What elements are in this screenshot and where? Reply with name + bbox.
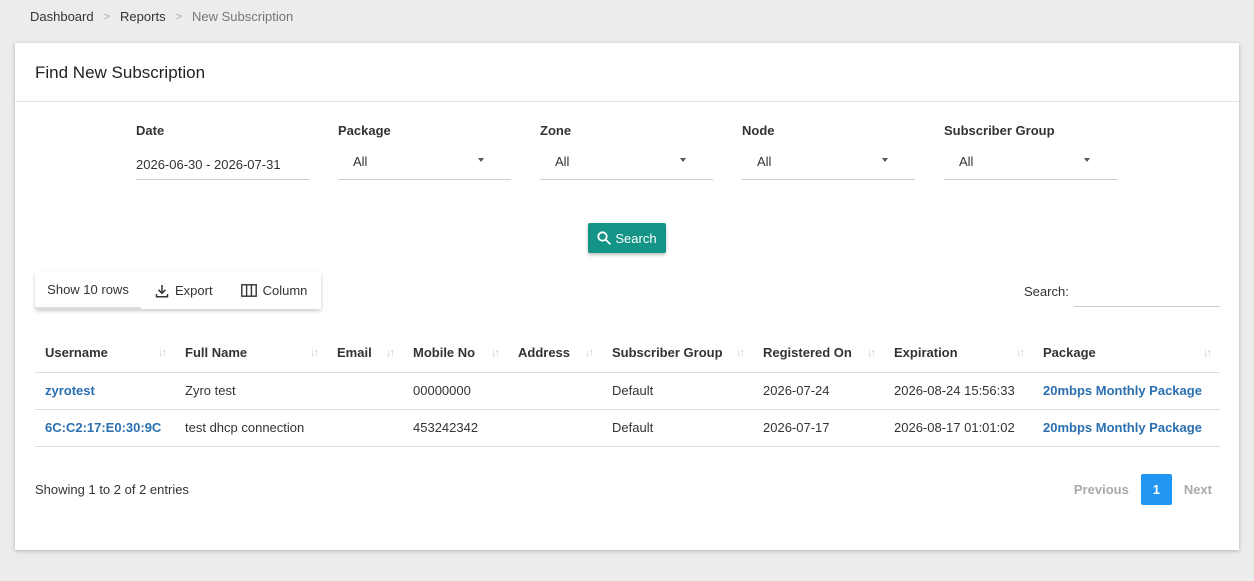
- zone-select[interactable]: All: [540, 145, 713, 180]
- date-filter-label: Date: [136, 123, 165, 138]
- search-button-label: Search: [615, 230, 657, 246]
- address-cell: [508, 409, 602, 447]
- expiration-cell: 2026-08-17 01:01:02: [884, 409, 1033, 447]
- expiration-cell: 2026-08-24 15:56:33: [884, 372, 1033, 410]
- export-button-label: Export: [175, 283, 213, 298]
- table-search-label: Search:: [1024, 283, 1069, 299]
- zone-filter: Zone All: [540, 123, 713, 180]
- breadcrumb: Dashboard > Reports > New Subscription: [30, 9, 293, 24]
- next-page-button[interactable]: Next: [1172, 482, 1224, 497]
- subscriber-group-filter: Subscriber Group All: [944, 123, 1117, 180]
- current-page-button[interactable]: 1: [1140, 474, 1172, 505]
- breadcrumb-reports[interactable]: Reports: [120, 9, 166, 24]
- caret-down-icon: [680, 158, 686, 162]
- column-header-full-name[interactable]: Full Name ↓↑: [175, 334, 327, 373]
- date-range-value: 2026-06-30 - 2026-07-31: [136, 157, 281, 172]
- package-filter: Package All: [338, 123, 511, 180]
- subscriber-group-select-value: All: [959, 154, 974, 169]
- package-link[interactable]: 20mbps Monthly Package: [1033, 372, 1220, 410]
- column-header-email[interactable]: Email ↓↑: [327, 334, 403, 373]
- mobile-no-cell: 00000000: [403, 372, 508, 410]
- sort-icon: ↓↑: [310, 347, 319, 359]
- username-link[interactable]: 6C:C2:17:E0:30:9C: [35, 409, 175, 447]
- export-button[interactable]: Export: [141, 272, 227, 309]
- table-search-input[interactable]: [1073, 283, 1220, 307]
- table-header-row: Username ↓↑ Full Name ↓↑ Email ↓↑ Mobile No…: [35, 334, 1220, 373]
- full-name-cell: Zyro test: [175, 372, 327, 410]
- breadcrumb-dashboard[interactable]: Dashboard: [30, 9, 94, 24]
- subscriber-group-cell: Default: [602, 409, 753, 447]
- column-header-address[interactable]: Address ↓↑: [508, 334, 602, 373]
- package-select-value: All: [353, 154, 368, 169]
- subscription-card: Find New Subscription Date 2026-06-30 - …: [15, 43, 1239, 550]
- breadcrumb-separator: >: [175, 10, 183, 23]
- full-name-cell: test dhcp connection: [175, 409, 327, 447]
- pagination: Previous 1 Next: [1062, 474, 1224, 505]
- table-row: 6C:C2:17:E0:30:9C test dhcp connection 4…: [35, 409, 1220, 447]
- columns-icon: [240, 284, 257, 297]
- sort-icon: ↓↑: [1203, 347, 1212, 359]
- card-title: Find New Subscription: [15, 43, 1239, 102]
- zone-filter-label: Zone: [540, 123, 572, 138]
- column-header-registered-on[interactable]: Registered On ↓↑: [753, 334, 884, 373]
- node-filter-label: Node: [742, 123, 775, 138]
- package-link[interactable]: 20mbps Monthly Package: [1033, 409, 1220, 447]
- column-header-package[interactable]: Package ↓↑: [1033, 334, 1220, 373]
- column-header-mobile-no[interactable]: Mobile No ↓↑: [403, 334, 508, 373]
- breadcrumb-separator: >: [103, 10, 111, 23]
- date-range-input[interactable]: 2026-06-30 - 2026-07-31: [136, 145, 309, 180]
- subscriber-group-filter-label: Subscriber Group: [944, 123, 1055, 138]
- node-select[interactable]: All: [742, 145, 915, 180]
- search-button[interactable]: Search: [588, 223, 666, 253]
- zone-select-value: All: [555, 154, 570, 169]
- node-select-value: All: [757, 154, 772, 169]
- caret-down-icon: [882, 158, 888, 162]
- table-search: Search:: [1024, 279, 1220, 307]
- sort-icon: ↓↑: [386, 347, 395, 359]
- column-header-subscriber-group[interactable]: Subscriber Group ↓↑: [602, 334, 753, 373]
- email-cell: [327, 372, 403, 410]
- mobile-no-cell: 453242342: [403, 409, 508, 447]
- package-filter-label: Package: [338, 123, 391, 138]
- node-filter: Node All: [742, 123, 915, 180]
- column-button-label: Column: [262, 283, 308, 298]
- address-cell: [508, 372, 602, 410]
- sort-icon: ↓↑: [158, 347, 167, 359]
- table-row: zyrotest Zyro test 00000000 Default 2026…: [35, 372, 1220, 410]
- previous-page-button[interactable]: Previous: [1062, 482, 1141, 497]
- registered-on-cell: 2026-07-17: [753, 409, 884, 447]
- breadcrumb-current: New Subscription: [192, 9, 294, 24]
- caret-down-icon: [478, 158, 484, 162]
- sort-icon: ↓↑: [585, 347, 594, 359]
- column-header-username[interactable]: Username ↓↑: [35, 334, 175, 373]
- date-filter: Date 2026-06-30 - 2026-07-31: [136, 123, 309, 180]
- table-toolbar: Show 10 rows Export Column: [35, 272, 322, 309]
- download-icon: [155, 284, 169, 298]
- column-button[interactable]: Column: [227, 272, 322, 309]
- search-icon: [597, 231, 612, 245]
- email-cell: [327, 409, 403, 447]
- sort-icon: ↓↑: [491, 347, 500, 359]
- sort-icon: ↓↑: [867, 347, 876, 359]
- username-link[interactable]: zyrotest: [35, 372, 175, 410]
- table-info: Showing 1 to 2 of 2 entries: [35, 482, 189, 497]
- subscription-table: Username ↓↑ Full Name ↓↑ Email ↓↑ Mobile No…: [35, 334, 1220, 447]
- sort-icon: ↓↑: [1016, 347, 1025, 359]
- package-select[interactable]: All: [338, 145, 511, 180]
- subscriber-group-select[interactable]: All: [944, 145, 1117, 180]
- subscriber-group-cell: Default: [602, 372, 753, 410]
- show-rows-button[interactable]: Show 10 rows: [35, 272, 141, 309]
- caret-down-icon: [1084, 158, 1090, 162]
- sort-icon: ↓↑: [736, 347, 745, 359]
- registered-on-cell: 2026-07-24: [753, 372, 884, 410]
- column-header-expiration[interactable]: Expiration ↓↑: [884, 334, 1033, 373]
